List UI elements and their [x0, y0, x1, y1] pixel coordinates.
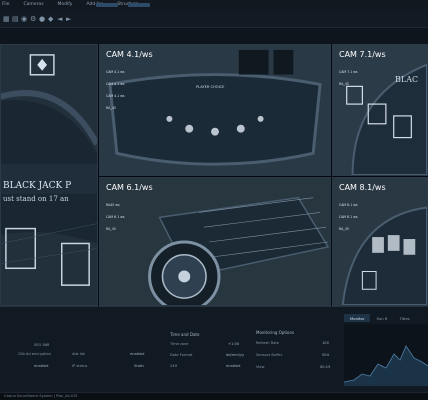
tab-titles[interactable]: Titles — [394, 314, 416, 322]
date-format-value[interactable]: dd/mm/yy — [226, 353, 244, 357]
menubar-toggle-button[interactable] — [96, 3, 118, 7]
camera-grid: BLACK JACK P ust stand on 17 an CAM 4.1/… — [0, 44, 428, 306]
toolbar: ▦ ▤ ◉ ⚙ ● ◆ ◄ ► — [0, 10, 428, 28]
cam4-stat-line: CAM 4 1 ws — [106, 82, 125, 86]
cam6-stat-line: RA_45 — [106, 227, 116, 231]
cam7-stats: CAM 7.1 ws RA_45 — [339, 62, 358, 94]
sensors-buffer-value[interactable]: 504 — [322, 353, 329, 357]
cam4-stats: CAM 4.1 ws CAM 4 1 ws CAM 4.1 ws RA_45 — [106, 62, 125, 118]
view-label: View — [256, 365, 265, 369]
layout-icon[interactable]: ▤ — [12, 14, 19, 24]
cam4-stat-line: CAM 4.1 ws — [106, 94, 125, 98]
cam7-label: CAM 7.1/ws — [339, 50, 386, 59]
forward-arrow-icon[interactable]: ► — [66, 14, 71, 24]
cam6-label: CAM 6.1/ws — [106, 183, 153, 192]
grid-view-icon[interactable]: ▦ — [3, 14, 10, 24]
camera-feed-cam8[interactable]: CAM 8.1/ws CAM 8.1 ws CAM 8.1 ws RA_45 — [332, 177, 428, 306]
cam4-stat-line: RA_45 — [106, 106, 116, 110]
menubar-mode-button[interactable] — [128, 3, 150, 7]
cam8-label: CAM 8.1/ws — [339, 183, 386, 192]
cam7-stat-line: CAM 7.1 ws — [339, 70, 358, 74]
cam4-stat-line: CAM 4.1 ws — [106, 70, 125, 74]
camera-feed-cam6[interactable]: CAM 6.1/ws RA45 ws CAM 6.1 ws RA_45 — [99, 177, 331, 306]
cam7-stat-line: RA_45 — [339, 82, 349, 86]
cam6-stat-line: RA45 ws — [106, 203, 120, 207]
date-format-label: Date Format — [170, 353, 193, 357]
activity-graph-svg — [343, 345, 428, 386]
record-icon[interactable]: ● — [39, 14, 45, 24]
panel-ip-status-label: IP status — [72, 364, 88, 368]
24h-label: 24H — [170, 364, 178, 368]
camera-feed-left[interactable]: BLACK JACK P ust stand on 17 an — [0, 44, 98, 306]
monitor-tabs: Monitor Sun R Titles — [344, 314, 416, 322]
tab-sun-r[interactable]: Sun R — [370, 314, 393, 322]
cam8-stat-line: CAM 8.1 ws — [339, 203, 358, 207]
camera-feed-cam7[interactable]: CAM 7.1/ws CAM 7.1 ws RA_45 BLAC — [332, 44, 428, 176]
left-table-banner: BLACK JACK P — [3, 181, 72, 191]
activity-graph-area — [344, 346, 428, 386]
cam6-stat-line: CAM 6.1 ws — [106, 215, 125, 219]
cam4-table-banner: PLAYER CHOICE — [196, 85, 225, 89]
cam4-label: CAM 4.1/ws — [106, 50, 153, 59]
refresh-rate-label: Refresh Rate — [256, 341, 279, 345]
camera-feed-cam4[interactable]: CAM 4.1/ws CAM 4.1 ws CAM 4 1 ws CAM 4.1… — [99, 44, 331, 176]
status-text: Casino Surveillance System | Plan_Ad.015 — [4, 394, 78, 398]
camera-icon[interactable]: ◉ — [21, 14, 27, 24]
menu-item-cameras[interactable]: Cameras — [24, 0, 44, 10]
activity-graph — [343, 324, 428, 386]
cam8-stat-line: RA_45 — [339, 227, 349, 231]
cam6-stats: RA45 ws CAM 6.1 ws RA_45 — [106, 195, 125, 239]
status-bar: Casino Surveillance System | Plan_Ad.015 — [0, 392, 428, 400]
24h-value[interactable]: enabled — [226, 364, 240, 368]
timezone-value[interactable]: +1:00 — [228, 342, 239, 346]
cam7-table-banner: BLAC — [395, 75, 419, 84]
view-value[interactable]: 00:19 — [320, 365, 330, 369]
tag-icon[interactable]: ◆ — [48, 14, 53, 24]
settings-icon[interactable]: ⚙ — [30, 14, 36, 24]
monitoring-title: Monitoring Options — [256, 330, 295, 335]
cam8-stat-line: CAM 8.1 ws — [339, 215, 358, 219]
left-table-subtext: ust stand on 17 an — [3, 195, 69, 203]
tab-monitor[interactable]: Monitor — [344, 314, 371, 322]
menu-bar: File Cameras Modify Add-Ins Structure — [0, 0, 428, 10]
timezone-label: Time zone — [170, 342, 189, 346]
panel-ads-list-label: Ads list — [72, 352, 85, 356]
panel-ip-status-value[interactable]: Static — [134, 364, 144, 368]
sensors-buffer-label: Sensors Buffer — [256, 353, 283, 357]
view-header-strip — [0, 28, 428, 44]
panel-encryption-value[interactable]: enabled — [34, 364, 48, 368]
time-date-title: Time and Date — [170, 332, 200, 337]
menu-item-modify[interactable]: Modify — [58, 0, 73, 10]
back-arrow-icon[interactable]: ◄ — [57, 14, 62, 24]
menu-item-file[interactable]: File — [2, 0, 10, 10]
panel-encryption-label: Clib Ad encryption — [18, 352, 51, 356]
panel-ads-list-value[interactable]: enabled — [130, 352, 144, 356]
panel-seg-label: SEG 868 — [34, 343, 50, 347]
cam8-stats: CAM 8.1 ws CAM 8.1 ws RA_45 — [339, 195, 358, 239]
refresh-rate-value[interactable]: 100 — [322, 341, 329, 345]
